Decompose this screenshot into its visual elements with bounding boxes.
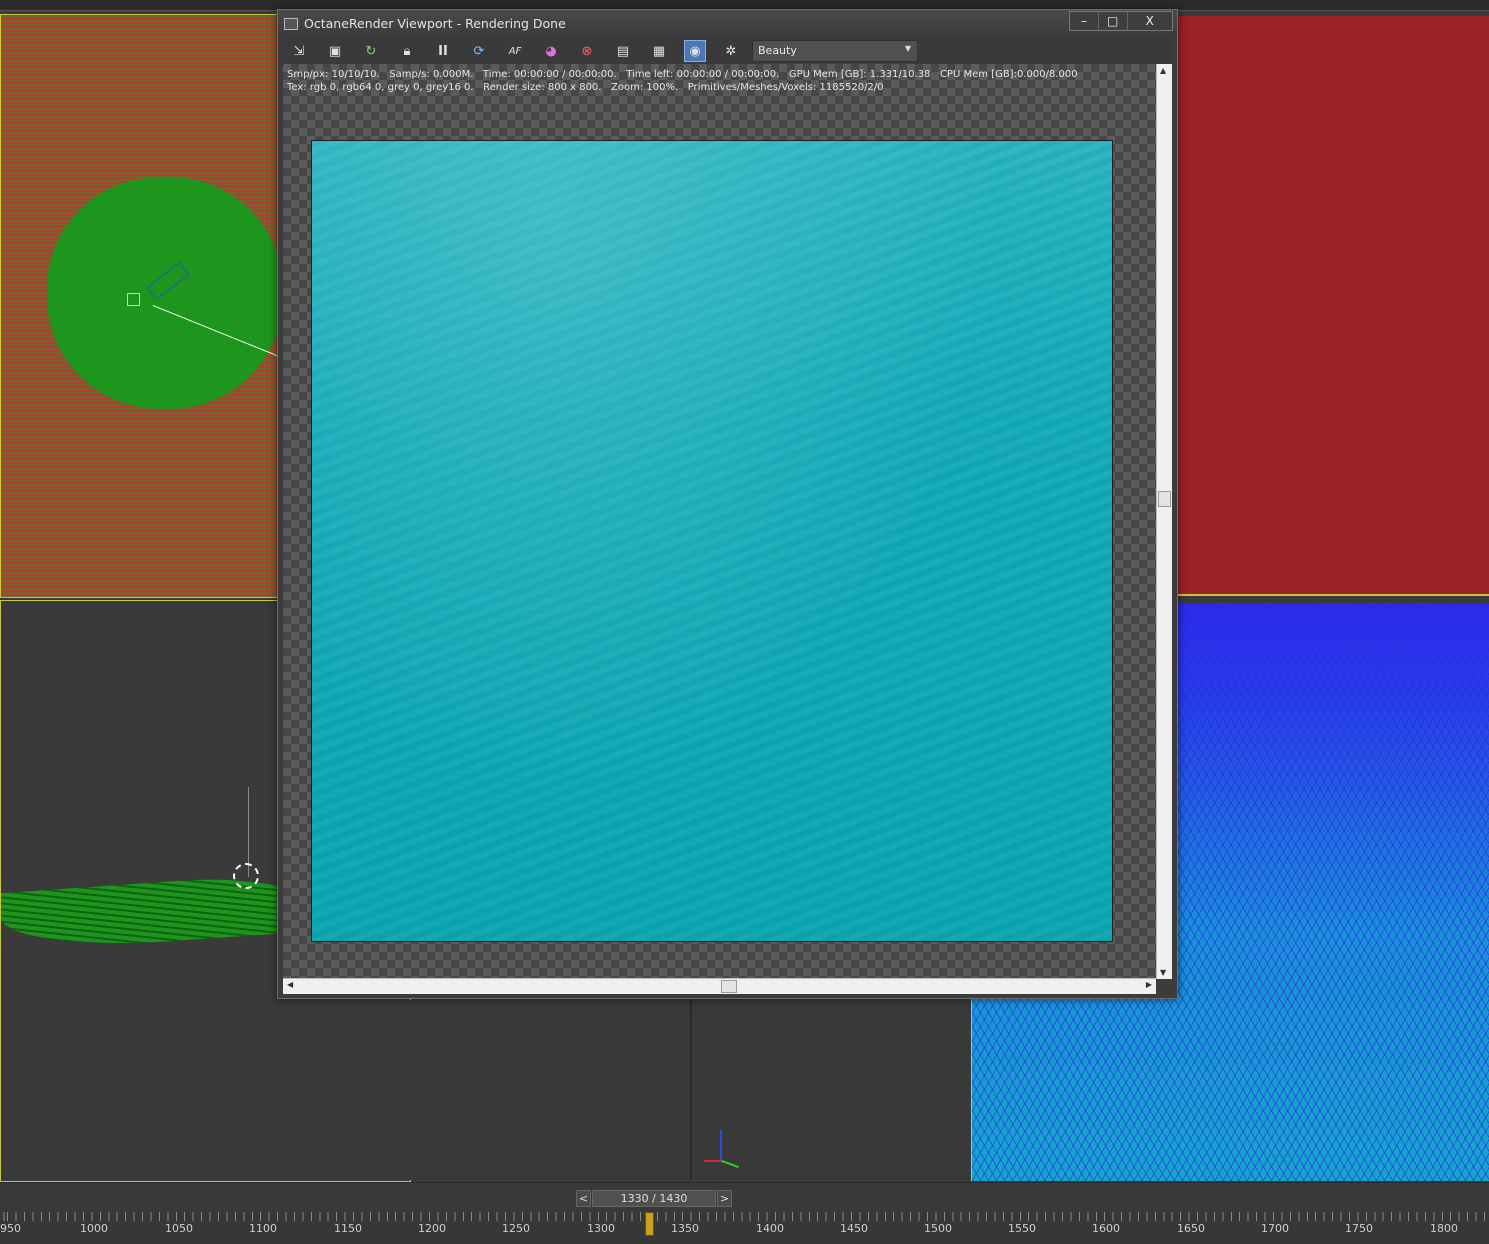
window-app-icon [284, 18, 298, 30]
vertical-scroll-thumb[interactable] [1158, 491, 1171, 507]
scroll-right-icon[interactable]: ▶ [1146, 980, 1152, 989]
clay-mode-icon[interactable]: ⊗ [576, 40, 598, 62]
track-label: 1400 [756, 1222, 784, 1235]
film-region-icon[interactable]: ▦ [648, 40, 670, 62]
viewport-bottom-middle[interactable] [410, 1000, 692, 1180]
region-icon[interactable]: ▤ [612, 40, 634, 62]
track-label: 1000 [80, 1222, 108, 1235]
viewport-top-left[interactable] [0, 14, 278, 598]
horizontal-scroll-thumb[interactable] [721, 980, 737, 993]
track-label: 1550 [1008, 1222, 1036, 1235]
frame-counter[interactable]: 1330 / 1430 [592, 1190, 716, 1207]
track-label: 1050 [165, 1222, 193, 1235]
lock-icon[interactable]: 🔒︎ [396, 40, 418, 62]
pause-icon[interactable]: II [432, 40, 454, 62]
track-ticks [0, 1212, 1489, 1221]
track-label: 950 [0, 1222, 21, 1235]
render-viewport[interactable]: Smp/px: 10/10/10. Samp/s: 0.000M. Time: … [283, 64, 1156, 979]
axis-gizmo-z-icon [720, 1130, 722, 1160]
settings-icon[interactable]: ✲ [720, 40, 742, 62]
minimize-button[interactable]: – [1070, 12, 1099, 30]
export-icon[interactable]: ⇲ [288, 40, 310, 62]
track-label: 1750 [1345, 1222, 1373, 1235]
track-label: 1500 [924, 1222, 952, 1235]
render-pass-dropdown[interactable]: Beauty ▼ [752, 40, 918, 62]
playhead[interactable] [645, 1212, 654, 1236]
track-label: 1350 [671, 1222, 699, 1235]
track-label: 1450 [840, 1222, 868, 1235]
track-label: 1300 [587, 1222, 615, 1235]
track-label: 1600 [1092, 1222, 1120, 1235]
color-picker-icon[interactable]: ◕ [540, 40, 562, 62]
track-label: 1800 [1430, 1222, 1458, 1235]
scroll-left-icon[interactable]: ◀ [287, 980, 293, 989]
viewport-bottom-middle-right[interactable] [693, 1000, 970, 1180]
scroll-down-icon[interactable]: ▼ [1160, 968, 1166, 977]
selected-object-marker[interactable] [127, 293, 140, 306]
octane-render-window: OctaneRender Viewport - Rendering Done –… [277, 9, 1178, 999]
track-label: 1100 [249, 1222, 277, 1235]
rendered-image[interactable] [311, 140, 1113, 942]
axis-gizmo-x-icon [704, 1160, 722, 1162]
maximize-button[interactable]: □ [1099, 12, 1128, 30]
render-toolbar: ⇲ ▣ ↻ 🔒︎ II ⟳ AF ◕ ⊗ ▤ ▦ ◉ ✲ Beauty ▼ [282, 38, 1171, 65]
scroll-up-icon[interactable]: ▲ [1160, 66, 1166, 75]
viewport-top-right[interactable] [1175, 16, 1489, 596]
vertical-scrollbar[interactable]: ▲ ▼ [1156, 64, 1172, 979]
render-pass-value: Beauty [758, 44, 797, 57]
camera-icon[interactable]: ◉ [684, 40, 706, 62]
stats-line-2: Tex: rgb 0, rgb64 0, grey 0, grey16 0. R… [287, 82, 884, 93]
track-label: 1700 [1261, 1222, 1289, 1235]
stats-line-1: Smp/px: 10/10/10. Samp/s: 0.000M. Time: … [287, 69, 1078, 80]
track-label: 1200 [418, 1222, 446, 1235]
clipboard-icon[interactable]: ▣ [324, 40, 346, 62]
track-label: 1250 [502, 1222, 530, 1235]
window-title: OctaneRender Viewport - Rendering Done [304, 16, 566, 31]
horizontal-scrollbar[interactable]: ◀ ▶ [283, 978, 1156, 994]
next-frame-button[interactable]: > [717, 1190, 732, 1207]
autofocus-icon[interactable]: AF [504, 40, 526, 62]
close-button[interactable]: X [1128, 12, 1172, 30]
chevron-down-icon: ▼ [904, 44, 911, 53]
sun-light-icon[interactable] [233, 863, 259, 889]
previous-frame-button[interactable]: < [576, 1190, 591, 1207]
time-slider: < 1330 / 1430 > [0, 1182, 1489, 1213]
track-label: 1150 [334, 1222, 362, 1235]
track-bar[interactable]: 950 1000 1050 1100 1150 1200 1250 1300 1… [0, 1212, 1489, 1244]
render-stats: Smp/px: 10/10/10. Samp/s: 0.000M. Time: … [287, 68, 1078, 94]
window-controls: – □ X [1069, 11, 1173, 31]
window-titlebar[interactable]: OctaneRender Viewport - Rendering Done –… [278, 10, 1177, 37]
track-label: 1650 [1177, 1222, 1205, 1235]
reset-icon[interactable]: ⟳ [468, 40, 490, 62]
refresh-icon[interactable]: ↻ [360, 40, 382, 62]
